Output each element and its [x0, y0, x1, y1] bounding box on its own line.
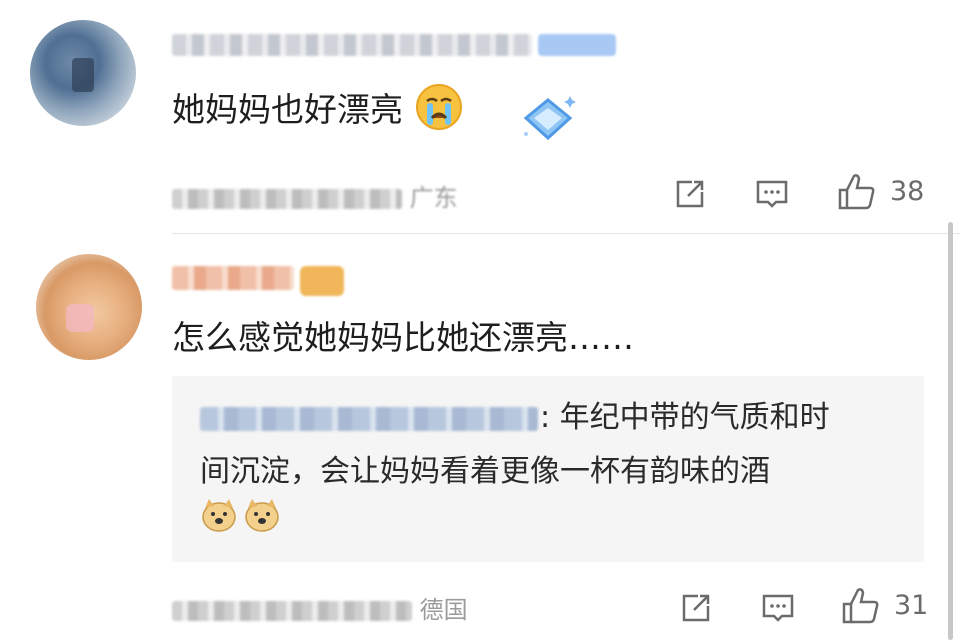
username[interactable]: [172, 266, 294, 290]
user-badge: [538, 34, 616, 56]
thumbs-up-icon: [838, 174, 875, 210]
comment-meta: 广东: [172, 178, 458, 213]
share-icon: [682, 594, 710, 622]
user-badge: [300, 266, 344, 296]
reply-line-2: 间沉淀，会让妈妈看着更像一杯有韵味的酒: [200, 454, 770, 489]
reply-emojis: [200, 496, 281, 538]
comment-text: 她妈妈也好漂亮: [172, 82, 464, 141]
doge-icon: [200, 496, 238, 538]
avatar[interactable]: [30, 20, 136, 126]
diamond-badge-icon: [518, 94, 578, 150]
reply-button[interactable]: [752, 174, 792, 218]
like-count: 31: [894, 590, 929, 621]
scrollbar[interactable]: [948, 222, 953, 640]
comment-meta: 德国: [172, 590, 468, 625]
share-icon: [676, 180, 704, 208]
avatar[interactable]: [36, 254, 142, 360]
thumbs-up-icon: [842, 588, 879, 624]
share-button[interactable]: [676, 588, 716, 632]
username[interactable]: [172, 34, 532, 56]
comment-text: 怎么感觉她妈妈比她还漂亮……: [172, 318, 634, 357]
reply-button[interactable]: [758, 588, 798, 632]
reply-username[interactable]: [200, 406, 538, 431]
divider: [172, 233, 960, 234]
comment-icon: [762, 594, 794, 622]
crying-face-icon: [414, 82, 464, 141]
doge-icon: [243, 496, 281, 538]
share-button[interactable]: [670, 174, 710, 218]
reply-line-1: : 年纪中带的气质和时: [200, 398, 830, 438]
comment-icon: [756, 180, 788, 208]
like-button[interactable]: [834, 170, 878, 218]
like-count: 38: [890, 176, 925, 207]
like-button[interactable]: [838, 584, 882, 632]
